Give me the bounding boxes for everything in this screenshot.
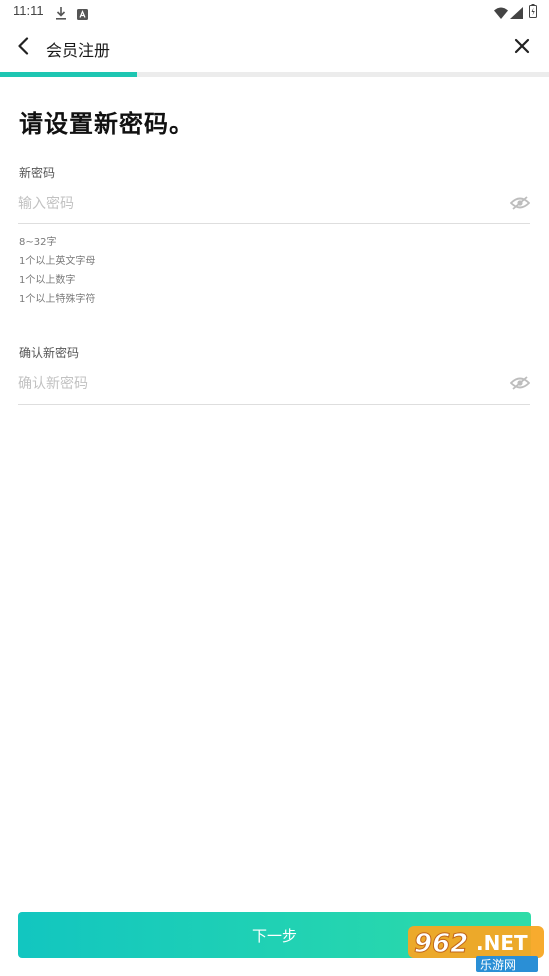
confirm-password-visibility-toggle[interactable]: [508, 374, 532, 394]
signal-icon: [510, 4, 523, 23]
status-bar: 11:11: [0, 0, 549, 24]
rule-item: 1个以上数字: [19, 275, 76, 286]
status-time: 11:11: [13, 3, 44, 18]
confirm-password-input[interactable]: [18, 366, 530, 402]
watermark-suffix: .NET: [476, 931, 528, 955]
confirm-password-underline: [18, 404, 530, 405]
rule-item: 8~32字: [19, 237, 57, 248]
eye-off-icon: [509, 375, 531, 394]
back-button[interactable]: [8, 33, 38, 63]
chevron-left-icon: [17, 37, 29, 59]
wifi-icon: [494, 4, 508, 23]
page-title: 请设置新密码。: [19, 110, 194, 138]
download-icon: [55, 5, 67, 24]
close-button[interactable]: [507, 33, 537, 63]
notification-icon: [77, 5, 88, 24]
battery-icon: [529, 3, 537, 22]
rule-item: 1个以上英文字母: [19, 256, 96, 267]
watermark-logo: 962 .NET 乐游网: [406, 922, 546, 974]
progress-fill: [0, 72, 138, 77]
new-password-input[interactable]: [18, 186, 530, 222]
new-password-visibility-toggle[interactable]: [508, 194, 532, 214]
rule-item: 1个以上特殊字符: [19, 294, 96, 305]
new-password-label: 新密码: [19, 166, 56, 180]
nav-title: 会员注册: [46, 41, 111, 60]
confirm-password-label: 确认新密码: [19, 346, 80, 360]
password-rules: 8~32字 1个以上英文字母 1个以上数字 1个以上特殊字符: [19, 233, 95, 309]
new-password-underline: [18, 223, 530, 224]
eye-off-icon: [509, 195, 531, 214]
top-nav: 会员注册: [0, 24, 549, 72]
progress-bar: [0, 72, 549, 77]
watermark-number: 962: [414, 929, 468, 959]
close-icon: [514, 38, 530, 58]
watermark-tagline: 乐游网: [480, 958, 516, 972]
